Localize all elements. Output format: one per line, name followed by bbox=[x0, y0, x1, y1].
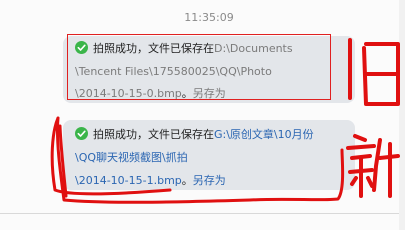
chat-area: 11:35:09 拍照成功，文件已保存在D:\Documents \Tencen… bbox=[0, 0, 405, 230]
divider bbox=[0, 213, 405, 214]
scrollbar[interactable] bbox=[399, 0, 405, 230]
message-separator: 。 bbox=[181, 174, 193, 187]
save-as-link[interactable]: 另存为 bbox=[193, 174, 226, 187]
file-path-part-2[interactable]: \QQ聊天视频截图\抓拍 bbox=[75, 151, 188, 164]
file-path-part-1[interactable]: G:\原创文章\10月份 bbox=[214, 128, 314, 141]
chat-message-new: 拍照成功，文件已保存在G:\原创文章\10月份 \QQ聊天视频截图\抓拍 \20… bbox=[63, 120, 355, 190]
message-line-1: 拍照成功，文件已保存在G:\原创文章\10月份 bbox=[75, 127, 314, 141]
check-circle-icon bbox=[75, 127, 88, 140]
message-line-3: \2014-10-15-1.bmp。另存为 bbox=[75, 174, 226, 187]
message-timestamp: 11:35:09 bbox=[184, 11, 234, 24]
old-highlight-box bbox=[67, 34, 331, 100]
message-prefix: 拍照成功，文件已保存在 bbox=[93, 128, 214, 141]
message-line-2: \QQ聊天视频截图\抓拍 bbox=[75, 151, 188, 164]
file-path-part-3[interactable]: \2014-10-15-1.bmp bbox=[75, 174, 182, 187]
